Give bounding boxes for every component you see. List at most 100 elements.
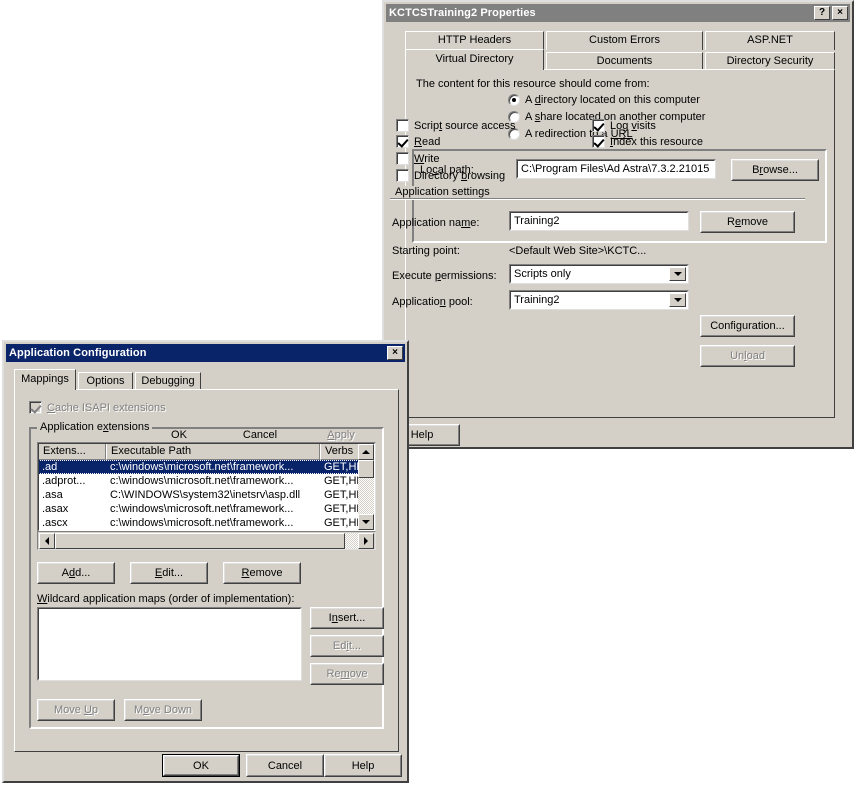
checkbox-read[interactable]: Read: [396, 135, 440, 148]
checkbox-directory-browsing-label: Directory browsing: [414, 170, 505, 182]
checkbox-script-source-label: Script source access: [414, 120, 516, 132]
tab-custom-errors-label: Custom Errors: [589, 34, 660, 46]
move-down-label: Move Down: [134, 704, 192, 716]
tab-documents-label: Documents: [597, 55, 653, 67]
column-header-executable-path[interactable]: Executable Path: [106, 443, 320, 460]
application-pool-dropdown[interactable]: Training2: [509, 290, 689, 310]
help-icon[interactable]: ?: [814, 6, 830, 20]
checkbox-script-source-access[interactable]: Script source access: [396, 119, 516, 132]
table-row[interactable]: .adprot... c:\windows\microsoft.net\fram…: [38, 474, 375, 488]
table-row[interactable]: .ad c:\windows\microsoft.net\framework..…: [38, 460, 375, 474]
unload-button-label: Unload: [730, 350, 765, 362]
cell-extension: .ascx: [38, 516, 106, 530]
appconfig-help-label: Help: [352, 760, 375, 772]
scroll-left-button[interactable]: [39, 533, 55, 549]
app-settings-group-label: Application settings: [392, 186, 493, 198]
checkbox-directory-browsing[interactable]: Directory browsing: [396, 169, 505, 182]
execute-permissions-value: Scripts only: [510, 268, 571, 280]
tab-mappings-label: Mappings: [21, 373, 69, 385]
scroll-up-button[interactable]: [358, 444, 374, 460]
appconfig-cancel-button[interactable]: Cancel: [246, 754, 324, 777]
cell-extension: .adprot...: [38, 474, 106, 488]
cache-isapi-label: Cache ISAPI extensions: [47, 402, 166, 414]
checkbox-indicator: [396, 135, 409, 148]
application-name-input[interactable]: Training2: [509, 211, 689, 231]
appconfig-help-button[interactable]: Help: [324, 754, 402, 777]
application-pool-value: Training2: [510, 294, 559, 306]
table-row[interactable]: .asa C:\WINDOWS\system32\inetsrv\asp.dll…: [38, 488, 375, 502]
kctcstraining2-properties-window: KCTCSTraining2 Properties ? × HTTP Heade…: [382, 0, 854, 449]
checkbox-write[interactable]: Write: [396, 152, 439, 165]
scroll-thumb-vertical[interactable]: [358, 460, 374, 478]
remove-application-button[interactable]: Remove: [700, 211, 795, 233]
tab-virtual-directory[interactable]: Virtual Directory: [405, 49, 544, 70]
cell-path: c:\windows\microsoft.net\framework...: [106, 516, 320, 530]
scroll-down-button[interactable]: [358, 514, 374, 530]
checkbox-cache-isapi-extensions: Cache ISAPI extensions: [29, 401, 166, 414]
wildcard-edit-label: Edit...: [333, 640, 361, 652]
properties-apply-label: Apply: [327, 429, 355, 441]
checkbox-log-visits-label: Log visits: [610, 120, 656, 132]
add-mapping-button[interactable]: Add...: [37, 562, 115, 584]
tab-asp-net-label: ASP.NET: [747, 34, 793, 46]
extensions-listview-body: .ad c:\windows\microsoft.net\framework..…: [38, 460, 375, 530]
application-name-label: Application name:: [392, 217, 479, 229]
move-down-button: Move Down: [124, 699, 202, 721]
extensions-listview-header: Extens... Executable Path Verbs: [38, 443, 375, 460]
cell-extension: .asa: [38, 488, 106, 502]
checkbox-indicator: [29, 401, 42, 414]
close-icon[interactable]: ×: [832, 6, 848, 20]
checkbox-indicator: [592, 119, 605, 132]
tab-virtual-directory-label: Virtual Directory: [435, 53, 513, 65]
configuration-button[interactable]: Configuration...: [700, 315, 795, 337]
execute-permissions-dropdown[interactable]: Scripts only: [509, 264, 689, 284]
table-row[interactable]: .asax c:\windows\microsoft.net\framework…: [38, 502, 375, 516]
tab-http-headers[interactable]: HTTP Headers: [405, 31, 544, 50]
edit-button-label: Edit...: [155, 567, 183, 579]
cell-path: c:\windows\microsoft.net\framework...: [106, 474, 320, 488]
chevron-down-icon[interactable]: [669, 267, 686, 281]
appconfig-titlebar[interactable]: Application Configuration ×: [6, 344, 405, 362]
edit-mapping-button[interactable]: Edit...: [130, 562, 208, 584]
extensions-listview[interactable]: Extens... Executable Path Verbs .ad c:\w…: [37, 442, 376, 532]
chevron-down-icon[interactable]: [669, 293, 686, 307]
tab-http-headers-label: HTTP Headers: [438, 34, 511, 46]
wildcard-maps-listbox[interactable]: [37, 607, 302, 681]
starting-point-value: <Default Web Site>\KCTC...: [509, 245, 646, 257]
mappings-tab-page: Cache ISAPI extensions Application exten…: [14, 389, 399, 752]
wildcard-insert-button[interactable]: Insert...: [310, 607, 384, 629]
close-icon[interactable]: ×: [387, 346, 403, 360]
properties-title: KCTCSTraining2 Properties: [389, 7, 812, 19]
tab-mappings[interactable]: Mappings: [14, 369, 76, 390]
scroll-thumb-horizontal[interactable]: [55, 533, 345, 549]
table-row[interactable]: .ascx c:\windows\microsoft.net\framework…: [38, 516, 375, 530]
cell-path: c:\windows\microsoft.net\framework...: [106, 460, 320, 474]
remove-mapping-button[interactable]: Remove: [223, 562, 301, 584]
wildcard-maps-label: Wildcard application maps (order of impl…: [37, 593, 294, 605]
checkbox-log-visits[interactable]: Log visits: [592, 119, 656, 132]
radio-directory-this-computer[interactable]: A directory located on this computer: [508, 94, 700, 106]
tab-options-label: Options: [87, 375, 125, 387]
move-up-button: Move Up: [37, 699, 115, 721]
tab-asp-net[interactable]: ASP.NET: [705, 31, 835, 50]
scroll-right-button[interactable]: [358, 533, 374, 549]
properties-ok-label: OK: [171, 429, 187, 441]
remove-button-label: Remove: [727, 216, 768, 228]
local-path-value: C:\Program Files\Ad Astra\7.3.2.21015: [519, 163, 709, 175]
cell-path: C:\WINDOWS\system32\inetsrv\asp.dll: [106, 488, 320, 502]
app-settings-divider-highlight: [390, 199, 805, 200]
properties-tabs-row-1: HTTP Headers Custom Errors ASP.NET: [405, 31, 835, 50]
checkbox-index-resource[interactable]: Index this resource: [592, 135, 703, 148]
application-configuration-window: Application Configuration × Mappings Opt…: [2, 340, 409, 783]
checkbox-indicator: [396, 169, 409, 182]
listview-vertical-scrollbar[interactable]: [358, 444, 374, 530]
listview-horizontal-scrollbar[interactable]: [37, 531, 376, 550]
browse-button[interactable]: Browse...: [731, 159, 819, 181]
local-path-input[interactable]: C:\Program Files\Ad Astra\7.3.2.21015: [516, 159, 716, 179]
tab-custom-errors[interactable]: Custom Errors: [546, 31, 703, 50]
properties-help-label: Help: [411, 429, 434, 441]
appconfig-ok-button[interactable]: OK: [162, 754, 240, 777]
properties-titlebar[interactable]: KCTCSTraining2 Properties ? ×: [386, 4, 850, 22]
column-header-extension[interactable]: Extens...: [38, 443, 106, 460]
appconfig-ok-label: OK: [193, 760, 209, 772]
